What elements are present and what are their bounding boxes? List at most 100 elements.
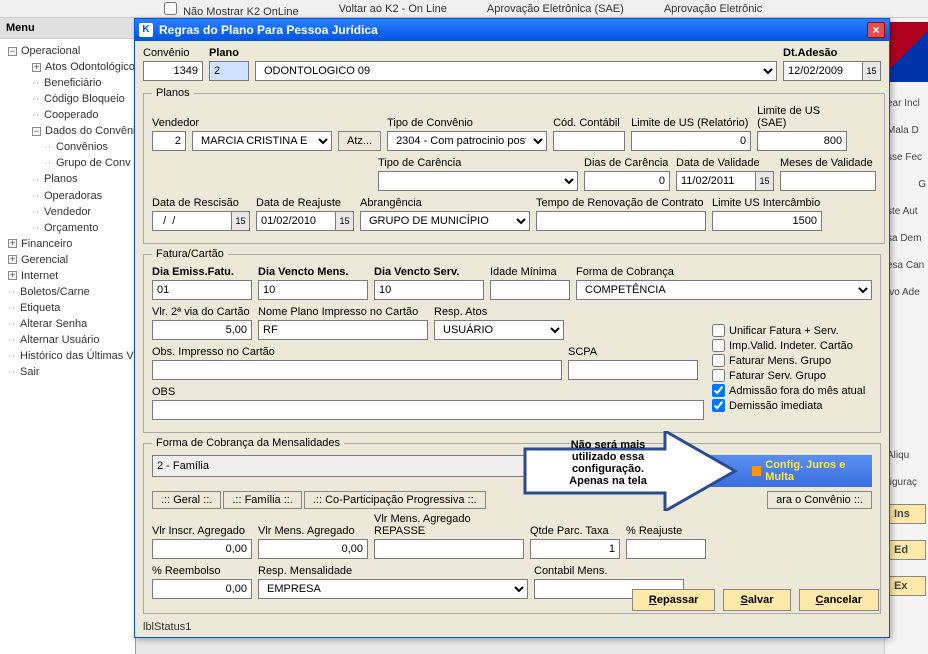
tree-beneficiario[interactable]: ··Beneficiário xyxy=(0,75,135,91)
convenio-input[interactable] xyxy=(143,61,203,81)
obs-input[interactable] xyxy=(152,400,704,420)
tree-sair[interactable]: ··Sair xyxy=(0,364,135,380)
config-juros-link[interactable]: Config. Juros e Multa xyxy=(752,459,866,483)
resp-mens-select[interactable]: EMPRESA xyxy=(258,579,528,599)
abrangencia-select[interactable]: GRUPO DE MUNICÍPIO xyxy=(360,211,530,231)
plano-desc-select[interactable]: ODONTOLOGICO 09 xyxy=(255,61,777,81)
minus-icon[interactable]: − xyxy=(8,47,17,56)
tree-boletos[interactable]: ··Boletos/Carne xyxy=(0,284,135,300)
idade-min-input[interactable] xyxy=(490,280,570,300)
tree-alterar-senha[interactable]: ··Alterar Senha xyxy=(0,316,135,332)
lim-us-inter-input[interactable] xyxy=(712,211,822,231)
chk-adm-fora[interactable] xyxy=(712,384,725,397)
tree-etiqueta[interactable]: ··Etiqueta xyxy=(0,300,135,316)
nome-plano-input[interactable] xyxy=(258,320,428,340)
pct-reemb-input[interactable] xyxy=(152,579,252,599)
vendedor-cod-input[interactable] xyxy=(152,131,186,151)
data-reajuste-input[interactable] xyxy=(256,211,336,231)
ed-button[interactable]: Ed xyxy=(887,540,926,560)
top-item[interactable]: Aprovação Eletrônic xyxy=(664,3,762,15)
resp-atos-label: Resp. Atos xyxy=(434,306,564,318)
ins-button[interactable]: Ins xyxy=(887,504,926,524)
chk-fat-serv[interactable] xyxy=(712,369,725,382)
top-item[interactable]: Voltar ao K2 - On Line xyxy=(339,3,447,15)
calendar-icon[interactable]: 15 xyxy=(863,61,881,81)
forma-cobr-select[interactable]: COMPETÊNCIA xyxy=(576,280,872,300)
titlebar[interactable]: K Regras do Plano Para Pessoa Jurídica × xyxy=(135,19,889,41)
tree-planos[interactable]: ··Planos xyxy=(0,171,135,187)
tempo-renov-input[interactable] xyxy=(536,211,706,231)
tab-copart[interactable]: .:: Co-Participação Progressiva ::. xyxy=(304,491,486,509)
fatura-legend: Fatura/Cartão xyxy=(152,248,228,260)
plus-icon[interactable]: + xyxy=(32,63,41,72)
pct-reajuste-input[interactable] xyxy=(626,539,706,559)
chk-unificar[interactable] xyxy=(712,324,725,337)
salvar-button[interactable]: Salvar xyxy=(723,589,790,611)
tree-dados-convenio[interactable]: −Dados do Convênio xyxy=(0,123,135,139)
plus-icon[interactable]: + xyxy=(8,255,17,264)
lim-us-sae-label: Limite de US (SAE) xyxy=(757,105,847,129)
cancelar-button[interactable]: Cancelar xyxy=(799,589,879,611)
tree-vendedor[interactable]: ··Vendedor xyxy=(0,204,135,220)
resp-atos-select[interactable]: USUÁRIO xyxy=(434,320,564,340)
atz-button[interactable]: Atz... xyxy=(338,131,381,151)
tab-convenio[interactable]: ara o Convênio ::. xyxy=(767,491,872,509)
dia-venc-mens-input[interactable] xyxy=(258,280,368,300)
tree-historico[interactable]: ··Histórico das Últimas V xyxy=(0,348,135,364)
dia-emiss-input[interactable] xyxy=(152,280,252,300)
top-item[interactable]: Aprovação Eletrônica (SAE) xyxy=(487,3,624,15)
plus-icon[interactable]: + xyxy=(8,239,17,248)
tree-convenios[interactable]: ··Convênios xyxy=(0,139,135,155)
close-icon[interactable]: × xyxy=(867,22,885,38)
calendar-icon[interactable]: 15 xyxy=(336,211,354,231)
tab-familia[interactable]: .:: Família ::. xyxy=(223,491,302,509)
qtde-parc-input[interactable] xyxy=(530,539,620,559)
tree-cooperado[interactable]: ··Cooperado xyxy=(0,107,135,123)
lim-us-rel-input[interactable] xyxy=(631,131,751,151)
chk-dem-imed[interactable] xyxy=(712,399,725,412)
calendar-icon[interactable]: 15 xyxy=(232,211,250,231)
dt-adesao-input[interactable] xyxy=(783,61,863,81)
mensalidade-select[interactable]: 2 - Família xyxy=(152,455,612,477)
tree-alternar-usuario[interactable]: ··Alternar Usuário xyxy=(0,332,135,348)
data-validade-input[interactable] xyxy=(676,171,756,191)
tree-financeiro[interactable]: +Financeiro xyxy=(0,236,135,252)
tipo-carencia-select[interactable] xyxy=(378,171,578,191)
tree-internet[interactable]: +Internet xyxy=(0,268,135,284)
tree-operacional[interactable]: −Operacional xyxy=(0,43,135,59)
pct-reajuste-label: % Reajuste xyxy=(626,525,706,537)
lim-us-sae-input[interactable] xyxy=(757,131,847,151)
contrato-adesao-check[interactable]: Contrato por Adesão xyxy=(618,459,738,483)
tree-gerencial[interactable]: +Gerencial xyxy=(0,252,135,268)
top-item[interactable]: Não Mostrar K2 OnLine xyxy=(160,0,299,18)
chk-fat-mens[interactable] xyxy=(712,354,725,367)
vlr-2via-input[interactable] xyxy=(152,320,252,340)
tree-operadoras[interactable]: ··Operadoras xyxy=(0,188,135,204)
meses-validade-input[interactable] xyxy=(780,171,876,191)
vlr-inscr-input[interactable] xyxy=(152,539,252,559)
vlr-mens-rep-input[interactable] xyxy=(374,539,524,559)
checkbox-nao-mostrar[interactable] xyxy=(164,2,177,15)
vlr-mens-input[interactable] xyxy=(258,539,368,559)
dia-venc-serv-input[interactable] xyxy=(374,280,484,300)
dias-carencia-input[interactable] xyxy=(584,171,670,191)
scpa-input[interactable] xyxy=(568,360,698,380)
tipo-conv-select[interactable]: 2304 - Com patrocinio post xyxy=(387,131,547,151)
tree-grupo-conv[interactable]: ··Grupo de Conv xyxy=(0,155,135,171)
tree-orcamento[interactable]: ··Orçamento xyxy=(0,220,135,236)
vendedor-nome-select[interactable]: MARCIA CRISTINA E xyxy=(192,131,332,151)
cod-contabil-input[interactable] xyxy=(553,131,625,151)
plano-code-input[interactable] xyxy=(209,61,249,81)
sidebar: Menu −Operacional +Atos Odontológicos ··… xyxy=(0,18,136,654)
tab-geral[interactable]: .:: Geral ::. xyxy=(152,491,221,509)
plus-icon[interactable]: + xyxy=(8,271,17,280)
calendar-icon[interactable]: 15 xyxy=(756,171,774,191)
tree-atos[interactable]: +Atos Odontológicos xyxy=(0,59,135,75)
obs-cartao-input[interactable] xyxy=(152,360,562,380)
chk-imp-valid[interactable] xyxy=(712,339,725,352)
repassar-button[interactable]: Repassar xyxy=(632,589,716,611)
tree-codigo-bloqueio[interactable]: ··Código Bloqueio xyxy=(0,91,135,107)
data-rescisao-input[interactable] xyxy=(152,211,232,231)
minus-icon[interactable]: − xyxy=(32,127,41,136)
ex-button[interactable]: Ex xyxy=(887,576,926,596)
